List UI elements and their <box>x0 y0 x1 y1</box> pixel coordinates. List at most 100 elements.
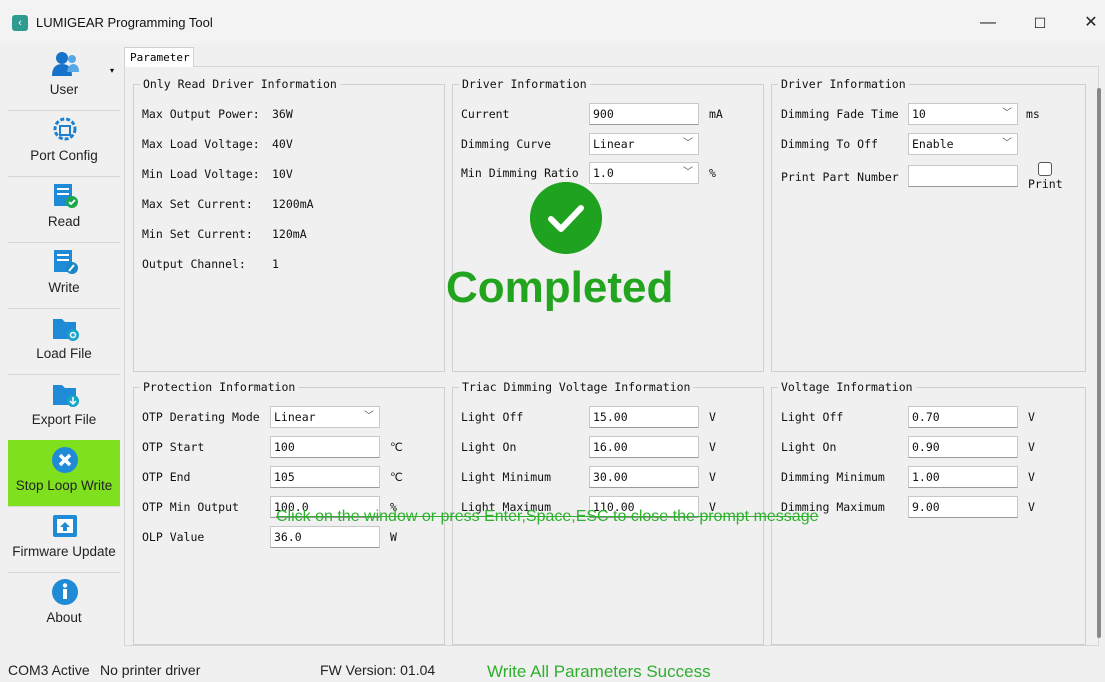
print-checkbox-label: Print <box>1028 177 1063 191</box>
otp-end-input[interactable]: 105 <box>270 466 380 488</box>
field-label: Min Set Current: <box>142 227 253 241</box>
triac-light-on-input[interactable]: 16.00 <box>589 436 699 458</box>
field-label: Output Channel: <box>142 257 246 271</box>
dimming-curve-label: Dimming Curve <box>461 137 552 151</box>
print-checkbox[interactable] <box>1038 162 1052 176</box>
select-value: Enable <box>912 137 954 151</box>
field-label: OTP Start <box>142 440 205 454</box>
group-title: Triac Dimming Voltage Information <box>459 380 694 394</box>
sidebar-item-load-file[interactable]: Load File <box>8 308 120 375</box>
min-dimming-ratio-unit: % <box>709 166 716 180</box>
printer-status: No printer driver <box>100 662 201 678</box>
dimming-to-off-select[interactable]: Enable ﹀ <box>908 133 1018 155</box>
sidebar-item-user[interactable]: ▾ User <box>8 44 120 111</box>
field-label: Light Minimum <box>461 470 552 484</box>
sidebar-item-read[interactable]: Read <box>8 176 120 243</box>
field-label: Max Set Current: <box>142 197 253 211</box>
driver-info-group: Driver Information Current 900 mA Dimmin… <box>452 77 764 372</box>
info-icon <box>52 579 78 605</box>
triac-light-minimum-input[interactable]: 30.00 <box>589 466 699 488</box>
field-value: 10V <box>272 167 293 181</box>
sidebar-item-label: Load File <box>36 346 92 361</box>
field-label: OTP End <box>142 470 191 484</box>
field-unit: ℃ <box>390 470 403 484</box>
field-value: 1 <box>272 257 279 271</box>
group-title: Driver Information <box>459 77 590 91</box>
sidebar-item-port-config[interactable]: Port Config <box>8 110 120 177</box>
lumigear-logo-icon: ‹ <box>12 15 28 31</box>
print-part-number-input[interactable] <box>908 165 1018 187</box>
field-label: Max Output Power: <box>142 107 260 121</box>
field-unit: W <box>390 530 397 544</box>
chevron-down-icon: ﹀ <box>683 167 693 178</box>
read-icon <box>54 184 78 208</box>
sidebar: ▾ User Port Config Read Write Load File <box>8 44 120 644</box>
field-label: OTP Derating Mode <box>142 410 260 424</box>
prompt-hint[interactable]: Click on the window or press Enter,Space… <box>276 508 818 526</box>
load-file-icon <box>53 319 79 341</box>
select-value: Linear <box>274 410 316 424</box>
current-input[interactable]: 900 <box>589 103 699 125</box>
print-part-number-label: Print Part Number <box>781 170 899 184</box>
field-value: 40V <box>272 137 293 151</box>
otp-start-input[interactable]: 100 <box>270 436 380 458</box>
close-button[interactable]: ✕ <box>1071 8 1105 38</box>
voltage-light-off-input[interactable]: 0.70 <box>908 406 1018 428</box>
sidebar-item-label: Stop Loop Write <box>15 478 113 493</box>
field-unit: V <box>1028 500 1035 514</box>
field-label: OTP Min Output <box>142 500 239 514</box>
firmware-update-icon <box>53 515 77 537</box>
sidebar-item-label: Firmware Update <box>12 544 116 559</box>
export-file-icon <box>53 385 79 407</box>
port-status: COM3 Active <box>8 662 90 678</box>
fw-version: FW Version: 01.04 <box>320 662 436 678</box>
tab-parameter[interactable]: Parameter <box>124 47 194 67</box>
window-title: LUMIGEAR Programming Tool <box>36 15 213 30</box>
sidebar-item-label: Export File <box>31 412 97 427</box>
voltage-dimming-minimum-input[interactable]: 1.00 <box>908 466 1018 488</box>
user-dropdown-icon[interactable]: ▾ <box>110 66 114 75</box>
vertical-scrollbar[interactable] <box>1097 88 1101 638</box>
group-title: Protection Information <box>140 380 299 394</box>
voltage-light-on-input[interactable]: 0.90 <box>908 436 1018 458</box>
sidebar-item-export-file[interactable]: Export File <box>8 374 120 441</box>
dimming-fade-time-label: Dimming Fade Time <box>781 107 899 121</box>
group-title: Only Read Driver Information <box>140 77 340 91</box>
otp-derating-mode-select[interactable]: Linear ﹀ <box>270 406 380 428</box>
triac-light-off-input[interactable]: 15.00 <box>589 406 699 428</box>
sidebar-item-stop-loop-write[interactable]: Stop Loop Write <box>8 440 120 507</box>
field-unit: V <box>1028 440 1035 454</box>
field-label: OLP Value <box>142 530 205 544</box>
sidebar-item-write[interactable]: Write <box>8 242 120 309</box>
sidebar-item-firmware-update[interactable]: Firmware Update <box>8 506 120 573</box>
field-label: Light Off <box>461 410 524 424</box>
write-icon <box>54 250 78 274</box>
check-icon <box>530 182 602 254</box>
chevron-down-icon: ﹀ <box>364 411 374 422</box>
select-value: 10 <box>912 107 926 121</box>
field-label: Min Load Voltage: <box>142 167 260 181</box>
field-unit: ℃ <box>390 440 403 454</box>
field-unit: V <box>709 410 716 424</box>
chevron-down-icon: ﹀ <box>1002 138 1012 149</box>
select-value: Linear <box>593 137 635 151</box>
olp-value-input[interactable]: 36.0 <box>270 526 380 548</box>
sidebar-item-label: User <box>49 82 79 97</box>
select-value: 1.0 <box>593 166 614 180</box>
dimming-to-off-label: Dimming To Off <box>781 137 878 151</box>
dimming-fade-time-select[interactable]: 10 ﹀ <box>908 103 1018 125</box>
voltage-dimming-maximum-input[interactable]: 9.00 <box>908 496 1018 518</box>
field-unit: V <box>709 440 716 454</box>
sidebar-item-label: Write <box>48 280 80 295</box>
sidebar-item-about[interactable]: About <box>8 572 120 638</box>
title-bar: ‹ LUMIGEAR Programming Tool — ☐ ✕ <box>0 0 1105 44</box>
minimize-button[interactable]: — <box>968 8 1008 38</box>
dimming-curve-select[interactable]: Linear ﹀ <box>589 133 699 155</box>
sidebar-item-label: Port Config <box>30 148 98 163</box>
min-dimming-ratio-select[interactable]: 1.0 ﹀ <box>589 162 699 184</box>
maximize-button[interactable]: ☐ <box>1020 8 1060 38</box>
sidebar-item-label: Read <box>47 214 81 229</box>
field-unit: V <box>1028 410 1035 424</box>
field-value: 1200mA <box>272 197 314 211</box>
group-title: Driver Information <box>778 77 909 91</box>
